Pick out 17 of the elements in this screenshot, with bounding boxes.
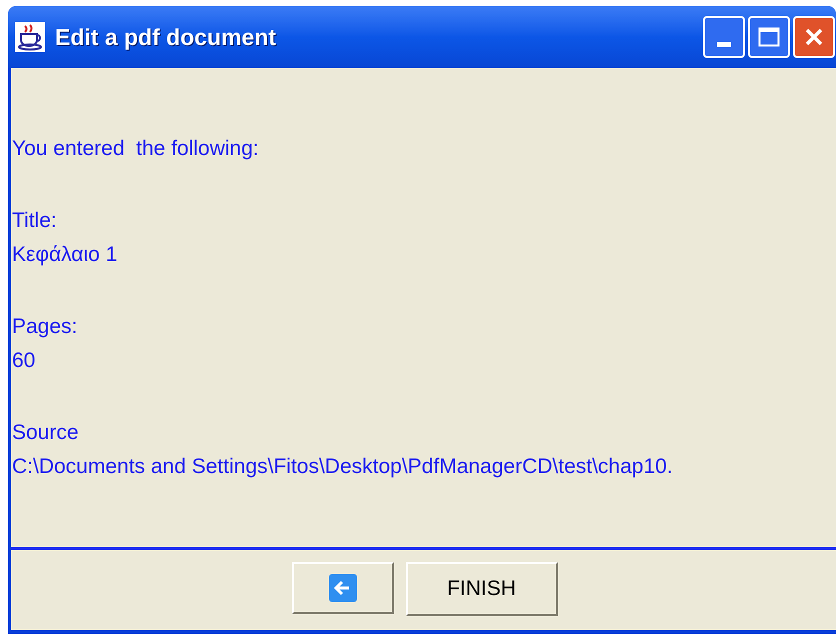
field-label: Pages: (12, 314, 78, 340)
field-value: 60 (12, 348, 36, 374)
maximize-icon (758, 27, 780, 47)
summary-heading: You entered the following: (12, 136, 260, 162)
back-button[interactable] (292, 562, 394, 614)
field-label: Title: (12, 208, 58, 234)
close-icon (804, 27, 824, 47)
maximize-button[interactable] (748, 16, 790, 58)
finish-button[interactable]: FINISH (406, 562, 558, 616)
field-label: Source (12, 420, 80, 446)
field-value: C:\Documents and Settings\Fitos\Desktop\PdfManagerCD\test\chap10. (12, 454, 674, 480)
close-button[interactable] (793, 16, 835, 58)
window-title: Edit a pdf document (55, 22, 276, 52)
minimize-icon (717, 42, 731, 47)
minimize-button[interactable] (703, 16, 745, 58)
coffee-cup-icon (15, 22, 45, 52)
field-value: Κεφάλαιο 1 (12, 242, 118, 268)
